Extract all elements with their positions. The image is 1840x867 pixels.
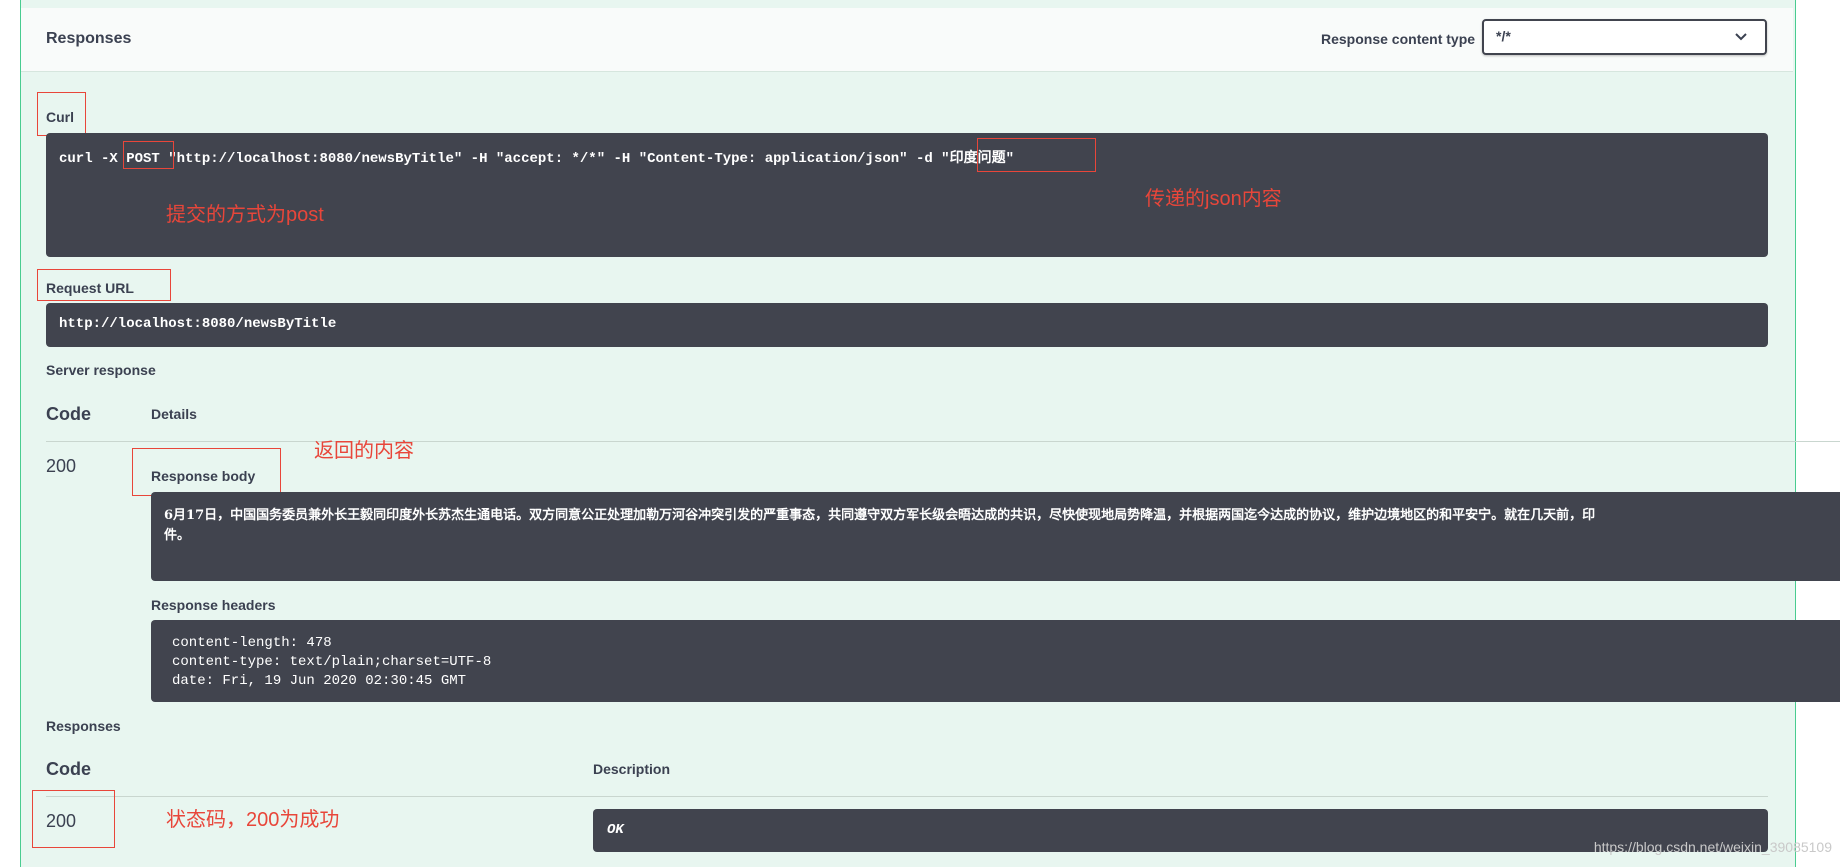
responses-divider xyxy=(46,796,1768,797)
response-description-block: OK xyxy=(593,809,1768,852)
server-response-code-header: Code xyxy=(46,404,91,424)
response-header-line: date: Fri, 19 Jun 2020 02:30:45 GMT xyxy=(172,673,467,689)
response-body-highlight-box xyxy=(132,448,281,496)
curl-highlight-box xyxy=(37,92,86,136)
server-response-details-header: Details xyxy=(151,406,197,422)
request-url-block[interactable]: http://localhost:8080/newsByTitle xyxy=(46,303,1768,347)
responses-code-header: Code xyxy=(46,759,91,779)
request-url-value: http://localhost:8080/newsByTitle xyxy=(59,316,337,332)
curl-url-headers: "http://localhost:8080/newsByTitle" -H "… xyxy=(159,151,916,167)
status-code-highlight-box xyxy=(32,790,115,848)
status-annotation: 状态码，200为成功 xyxy=(166,809,340,831)
curl-data-flag: -d xyxy=(915,151,933,167)
server-response-code: 200 xyxy=(46,456,77,476)
content-type-selected-value: */* xyxy=(1496,28,1511,44)
server-response-label: Server response xyxy=(46,362,156,378)
response-headers-label: Response headers xyxy=(151,597,276,613)
response-body-line-1: 6月17日，中国国务委员兼外长王毅同印度外长苏杰生通电话。双方同意公正处理加勒万… xyxy=(164,508,1596,523)
json-highlight-box xyxy=(977,138,1096,172)
post-highlight-box xyxy=(123,141,174,169)
response-header-line: content-length: 478 xyxy=(172,635,332,651)
responses-label: Responses xyxy=(46,718,121,734)
response-description-value: OK xyxy=(607,822,624,838)
response-header-line: content-type: text/plain;charset=UTF-8 xyxy=(172,654,492,670)
response-content-type-select[interactable]: */* xyxy=(1482,19,1767,55)
response-content-type-label: Response content type xyxy=(1321,31,1476,47)
watermark-text: https://blog.csdn.net/weixin_39085109 xyxy=(1593,839,1832,855)
post-annotation: 提交的方式为post xyxy=(166,204,324,226)
request-url-highlight-box xyxy=(37,269,171,301)
responses-description-header: Description xyxy=(593,761,671,777)
response-body-line-2: 件。 xyxy=(164,528,191,543)
chevron-down-icon xyxy=(1735,33,1747,41)
operation-panel xyxy=(20,0,1796,867)
return-annotation: 返回的内容 xyxy=(314,440,414,462)
responses-header-title: Responses xyxy=(46,30,132,47)
curl-command-block[interactable]: curl -X POST "http://localhost:8080/news… xyxy=(46,133,1768,257)
response-headers-block[interactable]: content-length: 478 content-type: text/p… xyxy=(151,620,1840,702)
curl-prefix: curl -X xyxy=(59,151,127,167)
json-annotation: 传递的json内容 xyxy=(1145,188,1282,210)
response-body-block[interactable]: 6月17日，中国国务委员兼外长王毅同印度外长苏杰生通电话。双方同意公正处理加勒万… xyxy=(151,492,1840,581)
